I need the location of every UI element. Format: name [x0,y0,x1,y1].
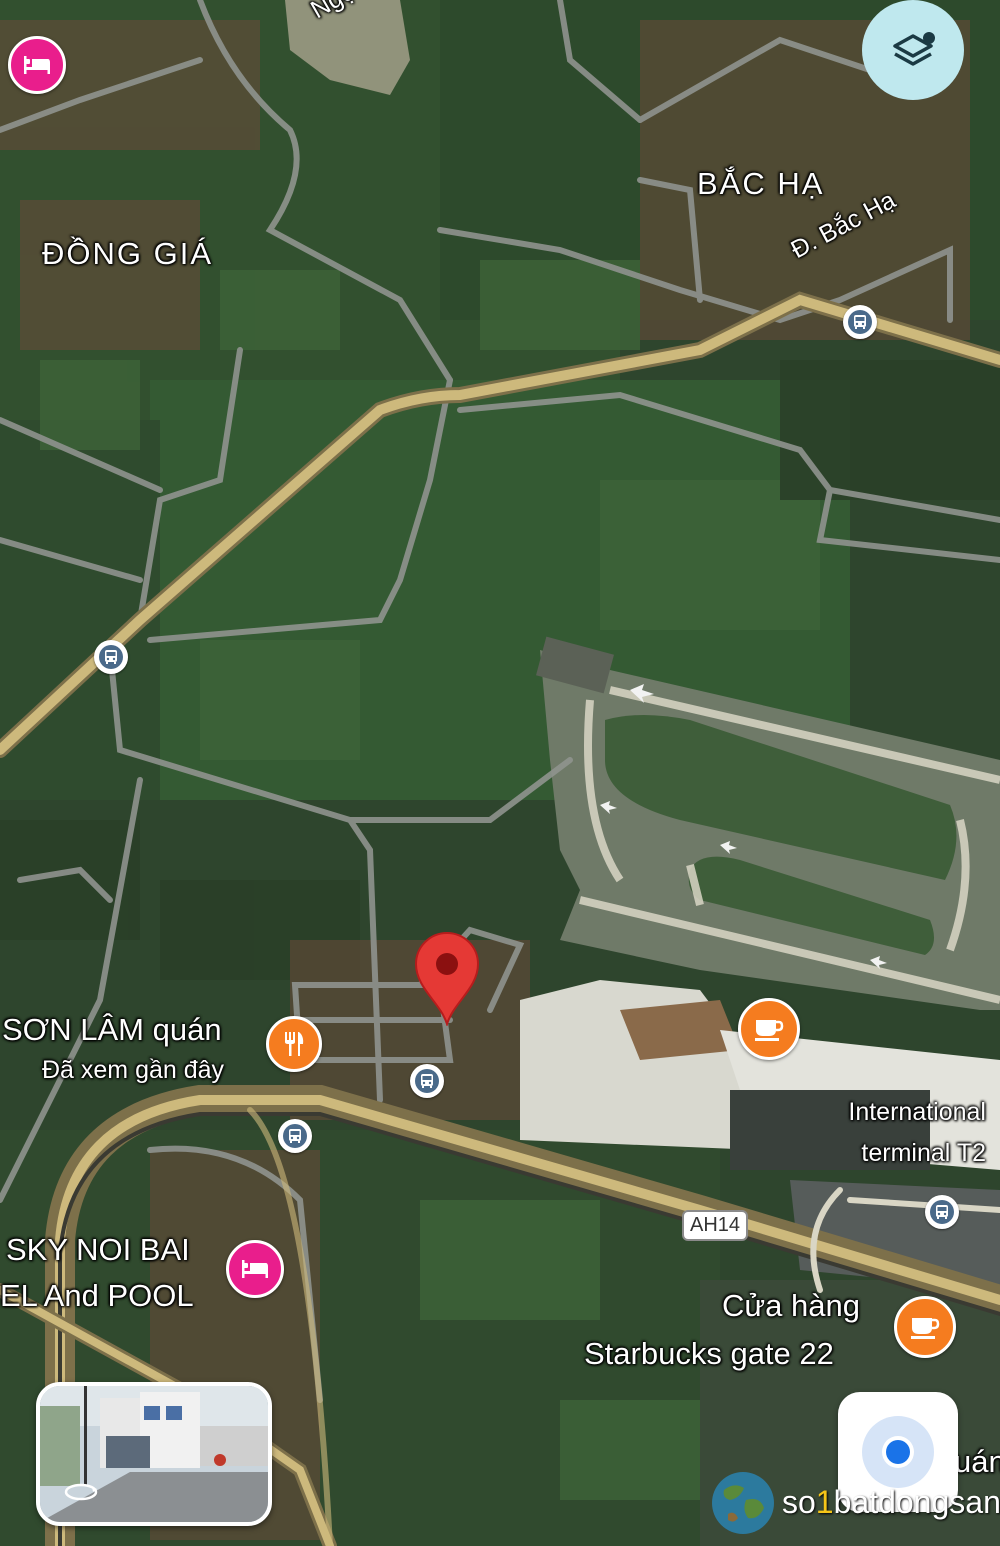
poi-label-starbucks-line1[interactable]: Cửa hàng [722,1288,860,1324]
poi-label-terminal-t2[interactable]: International terminal T2 [790,1092,986,1174]
terminal-label-line1: International [848,1098,986,1126]
watermark-text: so1batdongsan [782,1484,1000,1521]
bus-stop-marker[interactable] [925,1195,959,1229]
bus-icon [421,1074,433,1088]
rotate-360-icon [64,1483,98,1501]
poi-label-son-lam[interactable]: SƠN LÂM quán [2,1012,222,1048]
place-label-bac-ha: BẮC HẠ [697,166,825,201]
bus-icon [936,1205,948,1219]
poi-label-sky-noi-bai-line2[interactable]: EL And POOL [0,1278,194,1314]
terminal-label-line2: terminal T2 [861,1139,986,1167]
hotel-icon [24,56,50,74]
watermark-digit: 1 [815,1484,834,1520]
watermark: so1batdongsan [708,1470,1000,1536]
hotel-marker-sky-noi-bai[interactable] [226,1240,284,1298]
coffee-icon [911,1318,940,1339]
bus-stop-marker[interactable] [94,640,128,674]
road-shield-ah14: AH14 [682,1210,749,1241]
coffee-icon [755,1020,784,1041]
watermark-suffix: batdongsan [833,1484,1000,1520]
hotel-icon [242,1260,268,1278]
bus-stop-marker[interactable] [278,1119,312,1153]
layers-icon [893,32,935,66]
restaurant-icon [285,1032,304,1056]
globe-icon [712,1472,774,1534]
cafe-marker-terminal[interactable] [738,998,800,1060]
watermark-prefix: so [782,1484,816,1520]
restaurant-marker-son-lam[interactable] [266,1016,322,1072]
bus-icon [105,650,117,664]
cafe-marker-starbucks[interactable] [894,1296,956,1358]
bus-icon [854,315,866,329]
poi-label-sky-noi-bai-line1[interactable]: SKY NOI BAI [6,1232,190,1268]
bus-stop-marker[interactable] [410,1064,444,1098]
layers-button[interactable] [862,0,964,100]
street-view-thumbnail[interactable] [36,1382,272,1526]
hotel-marker-top-left[interactable] [8,36,66,94]
place-label-dong-gia: ĐỒNG GIÁ [42,236,214,271]
poi-label-starbucks-line2[interactable]: Starbucks gate 22 [584,1336,834,1372]
bus-icon [289,1129,301,1143]
bus-stop-marker[interactable] [843,305,877,339]
poi-sublabel-son-lam: Đã xem gần đây [42,1056,225,1084]
location-pin-marker[interactable] [412,930,482,1026]
